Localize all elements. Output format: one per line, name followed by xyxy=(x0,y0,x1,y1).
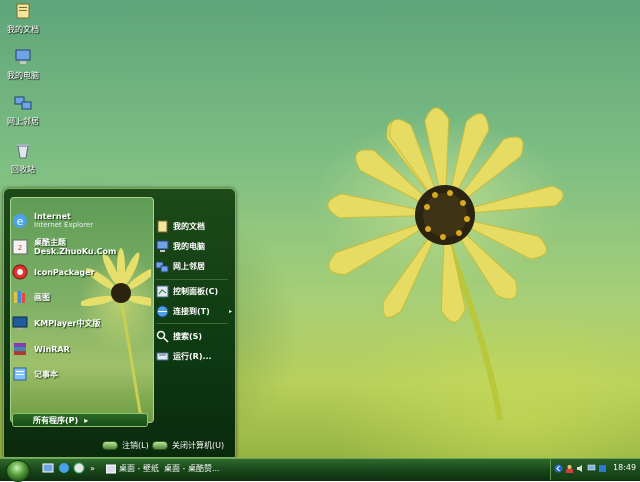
svg-text:Z: Z xyxy=(18,245,22,252)
taskbar-button-label: 桌面 - 壁纸 xyxy=(119,464,159,473)
search-icon xyxy=(156,330,169,343)
menu-separator xyxy=(156,279,228,280)
recycle-bin-icon xyxy=(17,144,29,159)
pinned-title: 桌酷主题Desk.ZhuoKu.Com xyxy=(34,238,117,256)
taskbar-button-2[interactable]: 桌面 - 桌酷赞... xyxy=(164,461,220,476)
notepad-icon xyxy=(13,367,27,381)
arrow-right-icon: ▸ xyxy=(84,415,89,425)
desktop-icon-label: 网上邻居 xyxy=(7,117,39,126)
shutdown-button[interactable]: 关闭计算机(U) xyxy=(152,440,224,451)
menu-label: 运行(R)... xyxy=(173,351,212,361)
logoff-icon xyxy=(102,441,118,450)
pinned-title: IconPackager xyxy=(34,267,95,277)
desktop-icon-label: 我的电脑 xyxy=(7,71,39,80)
logoff-button[interactable]: 注销(L) xyxy=(102,440,149,451)
menu-label: 搜索(S) xyxy=(173,331,203,341)
tray-arrow-icon[interactable] xyxy=(554,464,563,473)
quicklaunch-chevron[interactable]: » xyxy=(90,461,95,476)
shutdown-icon xyxy=(152,441,168,450)
all-programs-label: 所有程序(P) xyxy=(33,415,79,425)
menu-run[interactable]: 运行(R)... xyxy=(156,349,232,363)
start-menu: e Internet Internet Explorer Z 桌酷主题Desk.Z… xyxy=(3,188,236,458)
menu-separator xyxy=(156,323,228,324)
menu-label: 控制面板(C) xyxy=(173,286,219,296)
connect-to-icon xyxy=(156,305,169,317)
tray-network-icon[interactable] xyxy=(587,464,596,473)
quicklaunch-desktop-icon[interactable] xyxy=(42,462,54,474)
logoff-label: 注销(L) xyxy=(122,441,149,450)
internet-explorer-icon: e xyxy=(13,214,27,228)
desktop-icon-recycle-bin[interactable]: 回收站 xyxy=(0,142,46,175)
pinned-title: KMPlayer中文版 xyxy=(34,318,101,328)
menu-control-panel[interactable]: 控制面板(C) xyxy=(156,284,232,298)
chevron-icon: » xyxy=(90,464,95,473)
all-programs-button[interactable]: 所有程序(P) ▸ xyxy=(12,413,148,427)
quicklaunch-media-icon[interactable] xyxy=(73,462,85,474)
run-icon xyxy=(156,352,169,360)
network-places-icon xyxy=(14,96,32,110)
my-documents-icon xyxy=(157,220,168,232)
pinned-kmplayer[interactable]: KMPlayer中文版 xyxy=(12,313,147,333)
pinned-title: WinRAR xyxy=(34,344,70,354)
tray-volume-icon[interactable] xyxy=(576,464,585,473)
menu-search[interactable]: 搜索(S) xyxy=(156,329,232,343)
pinned-zhuoku[interactable]: Z 桌酷主题Desk.ZhuoKu.Com xyxy=(12,237,147,257)
zhuoku-icon: Z xyxy=(12,239,28,255)
taskbar-clock[interactable]: 18:49 xyxy=(613,463,636,472)
taskbar-button-label: 桌面 - 桌酷赞... xyxy=(164,464,220,473)
taskbar-button-1[interactable]: 桌面 - 壁纸 xyxy=(106,461,159,476)
submenu-arrow-icon: ▸ xyxy=(228,307,232,315)
pinned-subtitle: Internet Explorer xyxy=(34,221,94,229)
menu-my-computer[interactable]: 我的电脑 xyxy=(156,239,232,253)
pinned-paint[interactable]: 画图 xyxy=(12,287,147,307)
winrar-icon xyxy=(14,343,26,355)
menu-label: 我的文档 xyxy=(173,221,205,231)
menu-label: 我的电脑 xyxy=(173,241,205,251)
kmplayer-icon xyxy=(12,316,28,330)
menu-my-documents[interactable]: 我的文档 xyxy=(156,219,232,233)
tray-user-icon[interactable] xyxy=(565,464,574,473)
start-menu-footer: 注销(L) 关闭计算机(U) xyxy=(4,435,235,457)
menu-network-places[interactable]: 网上邻居 xyxy=(156,259,232,273)
desktop-icon-label: 我的文档 xyxy=(7,25,39,34)
pinned-title: 画图 xyxy=(34,292,50,302)
pinned-title: Internet xyxy=(34,212,71,221)
menu-label: 连接到(T) xyxy=(173,306,210,316)
menu-label: 网上邻居 xyxy=(173,261,205,271)
iconpackager-icon xyxy=(12,264,28,280)
menu-connect-to[interactable]: 连接到(T) ▸ xyxy=(156,304,232,318)
desktop-icon-network-places[interactable]: 网上邻居 xyxy=(0,94,46,127)
taskbar xyxy=(0,458,640,481)
my-computer-icon xyxy=(15,49,31,64)
shutdown-label: 关闭计算机(U) xyxy=(172,441,225,450)
pinned-iconpackager[interactable]: IconPackager xyxy=(12,262,147,282)
paint-icon xyxy=(14,291,25,303)
network-places-icon xyxy=(156,261,169,272)
desktop-icon-my-documents[interactable]: 我的文档 xyxy=(0,2,46,35)
quicklaunch-ie-icon[interactable] xyxy=(58,462,70,474)
desktop-icon-label: 回收站 xyxy=(11,165,35,174)
my-documents-icon xyxy=(16,3,30,19)
window-icon xyxy=(106,464,116,473)
control-panel-icon xyxy=(156,285,169,297)
my-computer-icon xyxy=(156,240,169,252)
pinned-winrar[interactable]: WinRAR xyxy=(12,339,147,359)
pinned-notepad[interactable]: 记事本 xyxy=(12,364,147,384)
pinned-internet-explorer[interactable]: e Internet Internet Explorer xyxy=(12,211,147,231)
pinned-title: 记事本 xyxy=(34,369,58,379)
start-button[interactable] xyxy=(6,460,30,482)
tray-app-icon[interactable] xyxy=(598,464,607,473)
svg-text:e: e xyxy=(17,215,24,228)
desktop-icon-my-computer[interactable]: 我的电脑 xyxy=(0,48,46,81)
flower-wallpaper-art xyxy=(327,107,564,420)
